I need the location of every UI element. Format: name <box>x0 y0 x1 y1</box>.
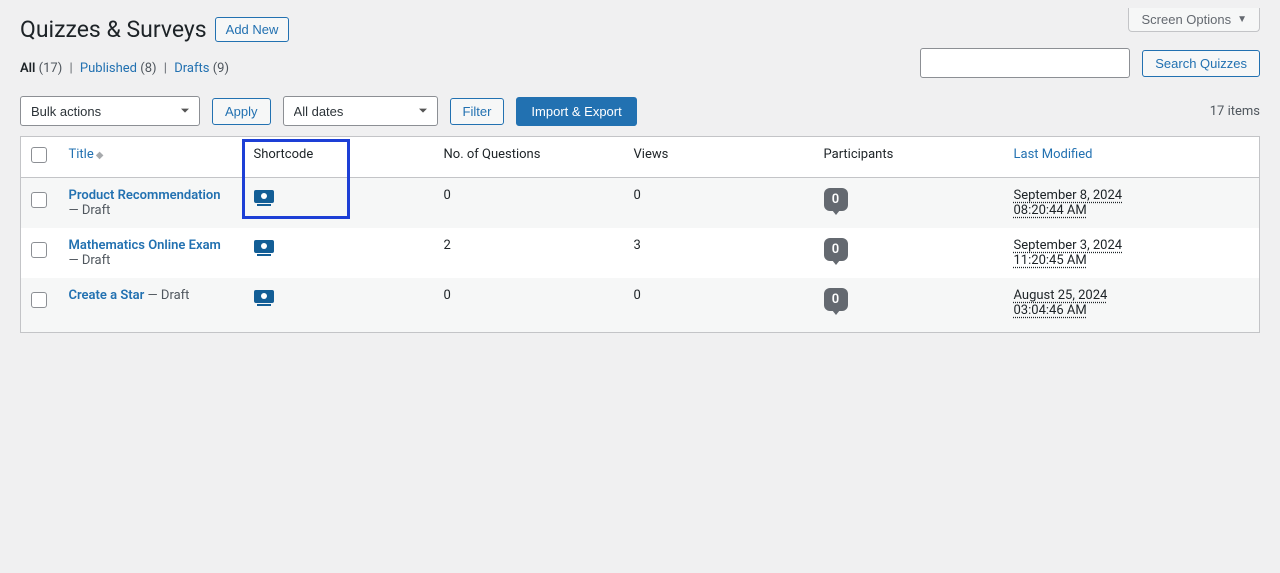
sort-icon: ◆ <box>96 150 104 161</box>
screen-options-button[interactable]: Screen Options <box>1128 8 1260 32</box>
modified-date: September 8, 2024 <box>1014 188 1123 203</box>
search-button[interactable]: Search Quizzes <box>1142 50 1260 77</box>
table-row: Product Recommendation — Draft 0 0 0 Sep… <box>21 178 1260 229</box>
search-input[interactable] <box>920 48 1130 78</box>
modified-time: 11:20:45 AM <box>1014 253 1087 268</box>
table-row: Create a Star — Draft 0 0 0 August 25, 2… <box>21 278 1260 333</box>
eye-icon[interactable] <box>254 240 274 253</box>
status-label: — Draft <box>69 253 111 268</box>
apply-button[interactable]: Apply <box>212 98 271 125</box>
bulk-actions-select[interactable]: Bulk actions <box>20 96 200 126</box>
participants-badge: 0 <box>824 188 848 211</box>
modified-date: August 25, 2024 <box>1014 288 1108 303</box>
filter-button[interactable]: Filter <box>450 98 505 125</box>
filter-published[interactable]: Published <box>80 61 137 76</box>
modified-time: 08:20:44 AM <box>1014 203 1087 218</box>
import-export-button[interactable]: Import & Export <box>516 97 636 126</box>
participants-badge: 0 <box>824 288 848 311</box>
row-checkbox[interactable] <box>31 292 47 308</box>
row-checkbox[interactable] <box>31 242 47 258</box>
questions-cell: 2 <box>434 228 624 278</box>
column-views: Views <box>624 137 814 178</box>
column-title[interactable]: Title◆ <box>59 137 244 178</box>
filter-all[interactable]: All <box>20 61 35 76</box>
column-participants: Participants <box>814 137 1004 178</box>
quiz-title-link[interactable]: Product Recommendation <box>69 188 221 203</box>
eye-icon[interactable] <box>254 190 274 203</box>
column-questions: No. of Questions <box>434 137 624 178</box>
views-cell: 0 <box>624 178 814 229</box>
date-filter-select[interactable]: All dates <box>283 96 438 126</box>
status-label: — Draft <box>69 203 111 218</box>
filter-drafts[interactable]: Drafts <box>174 61 209 76</box>
page-title: Quizzes & Surveys <box>20 16 207 43</box>
participants-badge: 0 <box>824 238 848 261</box>
questions-cell: 0 <box>434 178 624 229</box>
quiz-table: Title◆ Shortcode No. of Questions Views … <box>20 136 1260 333</box>
modified-date: September 3, 2024 <box>1014 238 1123 253</box>
views-cell: 0 <box>624 278 814 333</box>
modified-time: 03:04:46 AM <box>1014 303 1087 318</box>
column-shortcode: Shortcode <box>244 137 434 178</box>
select-all-checkbox[interactable] <box>31 147 47 163</box>
views-cell: 3 <box>624 228 814 278</box>
eye-icon[interactable] <box>254 290 274 303</box>
quiz-title-link[interactable]: Mathematics Online Exam <box>69 238 221 253</box>
row-checkbox[interactable] <box>31 192 47 208</box>
status-label: — Draft <box>144 288 189 303</box>
table-row: Mathematics Online Exam — Draft 2 3 0 Se… <box>21 228 1260 278</box>
items-count: 17 items <box>1210 104 1260 119</box>
add-new-button[interactable]: Add New <box>215 17 290 42</box>
questions-cell: 0 <box>434 278 624 333</box>
quiz-title-link[interactable]: Create a Star <box>69 288 145 303</box>
column-modified[interactable]: Last Modified <box>1004 137 1260 178</box>
